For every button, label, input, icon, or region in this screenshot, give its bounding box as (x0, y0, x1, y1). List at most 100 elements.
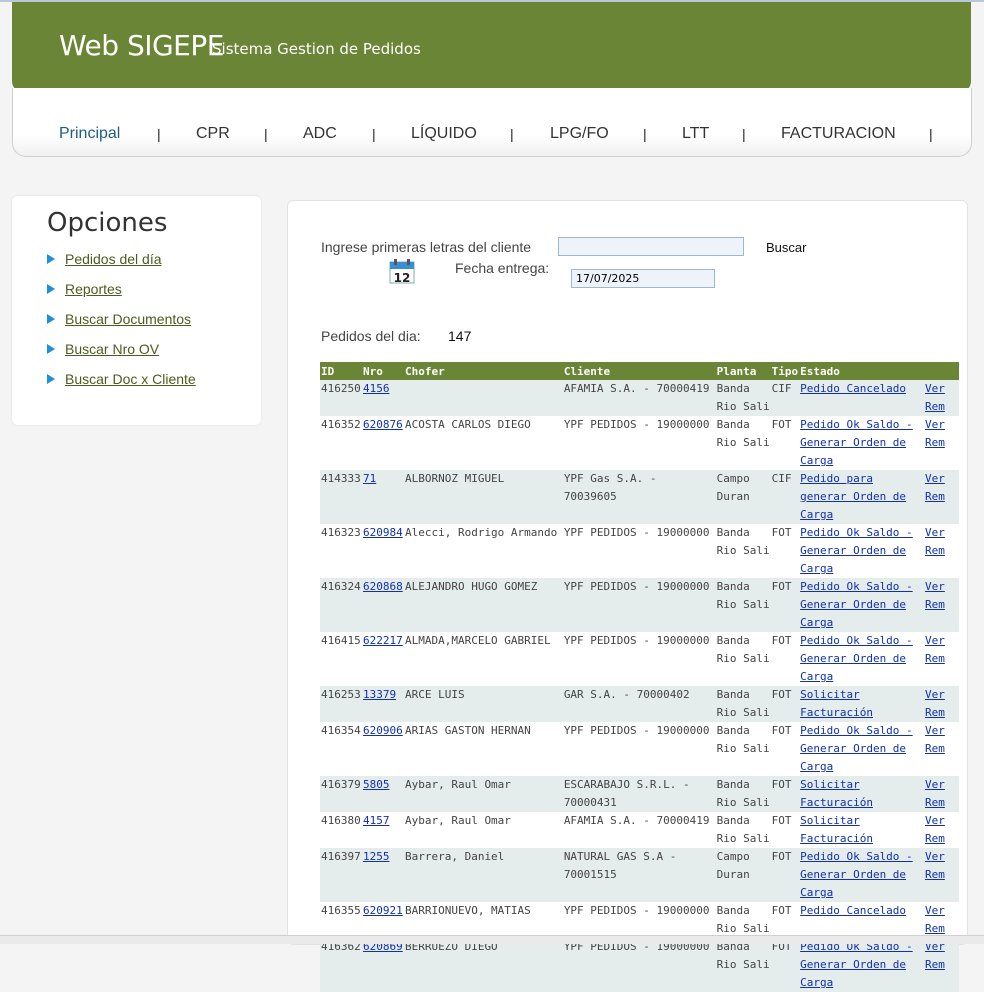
cell-ver-rem-link[interactable]: Ver Rem (925, 382, 945, 413)
cell-estado[interactable]: Solicitar Facturación (799, 776, 924, 812)
cell-estado-link[interactable]: Pedido Ok Saldo - Generar Orden de Carga (800, 580, 913, 629)
cell-ver-rem[interactable]: Ver Rem (923, 812, 959, 848)
cell-ver-rem-link[interactable]: Ver Rem (925, 472, 945, 503)
cell-tipo: FOT (770, 578, 800, 632)
cell-estado-link[interactable]: Solicitar Facturación (800, 688, 873, 719)
cell-estado[interactable]: Solicitar Facturación (799, 686, 924, 722)
sidebar-item-pedidos-del-dia[interactable]: Pedidos del día (47, 251, 162, 267)
cell-nro[interactable]: 620876 (361, 416, 404, 470)
cell-nro-link[interactable]: 620876 (363, 418, 403, 431)
nav-ltt[interactable]: LTT (682, 125, 709, 143)
cell-ver-rem-link[interactable]: Ver Rem (925, 904, 945, 935)
cell-ver-rem[interactable]: Ver Rem (923, 686, 959, 722)
cell-ver-rem[interactable]: Ver Rem (923, 848, 959, 902)
cell-nro-link[interactable]: 620868 (363, 580, 403, 593)
cell-ver-rem-link[interactable]: Ver Rem (925, 526, 945, 557)
cell-ver-rem-link[interactable]: Ver Rem (925, 634, 945, 665)
cell-ver-rem-link[interactable]: Ver Rem (925, 940, 945, 971)
cell-nro[interactable]: 622217 (361, 632, 404, 686)
cell-planta: Banda Rio Sali (715, 632, 771, 686)
sidebar-item-label: Buscar Nro OV (65, 341, 160, 357)
cell-nro-link[interactable]: 5805 (363, 778, 390, 791)
cell-nro[interactable]: 13379 (361, 686, 404, 722)
cell-estado-link[interactable]: Solicitar Facturación (800, 814, 873, 845)
cell-ver-rem[interactable]: Ver Rem (923, 722, 959, 776)
cell-estado[interactable]: Pedido Ok Saldo - Generar Orden de Carga (799, 578, 924, 632)
cell-ver-rem[interactable]: Ver Rem (923, 938, 959, 992)
calendar-icon[interactable]: 12 (389, 259, 415, 284)
nav-separator: | (742, 126, 746, 142)
cell-nro-link[interactable]: 620921 (363, 904, 403, 917)
cell-ver-rem[interactable]: Ver Rem (923, 902, 959, 938)
cell-ver-rem[interactable]: Ver Rem (923, 470, 959, 524)
cell-nro[interactable]: 620868 (361, 578, 404, 632)
cell-nro-link[interactable]: 71 (363, 472, 376, 485)
sidebar-item-buscar-doc-x-cliente[interactable]: Buscar Doc x Cliente (47, 371, 196, 387)
cell-estado-link[interactable]: Pedido Ok Saldo - Generar Orden de Carga (800, 526, 913, 575)
cell-nro-link[interactable]: 4156 (363, 382, 390, 395)
cell-nro[interactable]: 620906 (361, 722, 404, 776)
cell-estado[interactable]: Pedido Ok Saldo - Generar Orden de Carga (799, 524, 924, 578)
cell-estado-link[interactable]: Pedido Ok Saldo - Generar Orden de Carga (800, 418, 913, 467)
cell-nro-link[interactable]: 622217 (363, 634, 403, 647)
cell-nro[interactable]: 4157 (361, 812, 404, 848)
cell-ver-rem-link[interactable]: Ver Rem (925, 814, 945, 845)
nav-liquido[interactable]: LÍQUIDO (411, 125, 477, 143)
cell-estado-link[interactable]: Pedido Ok Saldo - Generar Orden de Carga (800, 850, 913, 899)
sidebar-item-reportes[interactable]: Reportes (47, 281, 122, 297)
sidebar-item-buscar-nro-ov[interactable]: Buscar Nro OV (47, 341, 159, 357)
table-row: 416250 4156 AFAMIA S.A. - 70000419 Banda Ri… (320, 380, 959, 416)
nav-lpg-fo[interactable]: LPG/FO (550, 125, 609, 143)
cell-estado[interactable]: Pedido Ok Saldo - Generar Orden de Carga (799, 416, 924, 470)
sidebar-item-buscar-documentos[interactable]: Buscar Documentos (47, 311, 191, 327)
cell-estado[interactable]: Pedido Ok Saldo - Generar Orden de Carga (799, 938, 924, 992)
cell-ver-rem[interactable]: Ver Rem (923, 632, 959, 686)
client-search-label: Ingrese primeras letras del cliente (321, 239, 532, 255)
cell-estado-link[interactable]: Pedido Cancelado (800, 904, 906, 917)
cell-nro-link[interactable]: 1255 (363, 850, 390, 863)
cell-nro[interactable]: 4156 (361, 380, 404, 416)
cell-estado[interactable]: Pedido Cancelado (799, 380, 924, 416)
cell-estado-link[interactable]: Pedido Ok Saldo - Generar Orden de Carga (800, 940, 913, 989)
col-header-actions (923, 362, 959, 380)
search-button[interactable]: Buscar (761, 238, 812, 257)
client-search-input[interactable] (558, 237, 744, 256)
cell-estado-link[interactable]: Pedido para generar Orden de Carga (800, 472, 906, 521)
cell-nro[interactable]: 71 (361, 470, 404, 524)
cell-nro[interactable]: 5805 (361, 776, 404, 812)
cell-estado[interactable]: Pedido Ok Saldo - Generar Orden de Carga (799, 722, 924, 776)
nav-principal[interactable]: Principal (59, 125, 120, 143)
cell-nro-link[interactable]: 620984 (363, 526, 403, 539)
cell-nro[interactable]: 620869 (361, 938, 404, 992)
nav-cpr[interactable]: CPR (196, 125, 230, 143)
cell-ver-rem-link[interactable]: Ver Rem (925, 688, 945, 719)
cell-estado[interactable]: Pedido Ok Saldo - Generar Orden de Carga (799, 848, 924, 902)
cell-ver-rem-link[interactable]: Ver Rem (925, 580, 945, 611)
cell-nro[interactable]: 1255 (361, 848, 404, 902)
cell-ver-rem[interactable]: Ver Rem (923, 524, 959, 578)
cell-estado[interactable]: Pedido para generar Orden de Carga (799, 470, 924, 524)
date-input[interactable] (571, 269, 715, 288)
cell-ver-rem[interactable]: Ver Rem (923, 776, 959, 812)
cell-estado-link[interactable]: Pedido Cancelado (800, 382, 906, 395)
cell-nro-link[interactable]: 13379 (363, 688, 396, 701)
cell-nro-link[interactable]: 620906 (363, 724, 403, 737)
cell-estado-link[interactable]: Pedido Ok Saldo - Generar Orden de Carga (800, 724, 913, 773)
cell-ver-rem-link[interactable]: Ver Rem (925, 778, 945, 809)
cell-ver-rem-link[interactable]: Ver Rem (925, 724, 945, 755)
cell-estado-link[interactable]: Solicitar Facturación (800, 778, 873, 809)
cell-ver-rem-link[interactable]: Ver Rem (925, 850, 945, 881)
cell-estado[interactable]: Pedido Cancelado (799, 902, 924, 938)
cell-ver-rem-link[interactable]: Ver Rem (925, 418, 945, 449)
cell-nro-link[interactable]: 4157 (363, 814, 390, 827)
cell-ver-rem[interactable]: Ver Rem (923, 578, 959, 632)
cell-nro[interactable]: 620921 (361, 902, 404, 938)
nav-adc[interactable]: ADC (303, 125, 337, 143)
nav-facturacion[interactable]: FACTURACION (781, 125, 896, 143)
cell-estado[interactable]: Pedido Ok Saldo - Generar Orden de Carga (799, 632, 924, 686)
cell-ver-rem[interactable]: Ver Rem (923, 380, 959, 416)
cell-estado[interactable]: Solicitar Facturación (799, 812, 924, 848)
cell-ver-rem[interactable]: Ver Rem (923, 416, 959, 470)
cell-nro[interactable]: 620984 (361, 524, 404, 578)
cell-estado-link[interactable]: Pedido Ok Saldo - Generar Orden de Carga (800, 634, 913, 683)
